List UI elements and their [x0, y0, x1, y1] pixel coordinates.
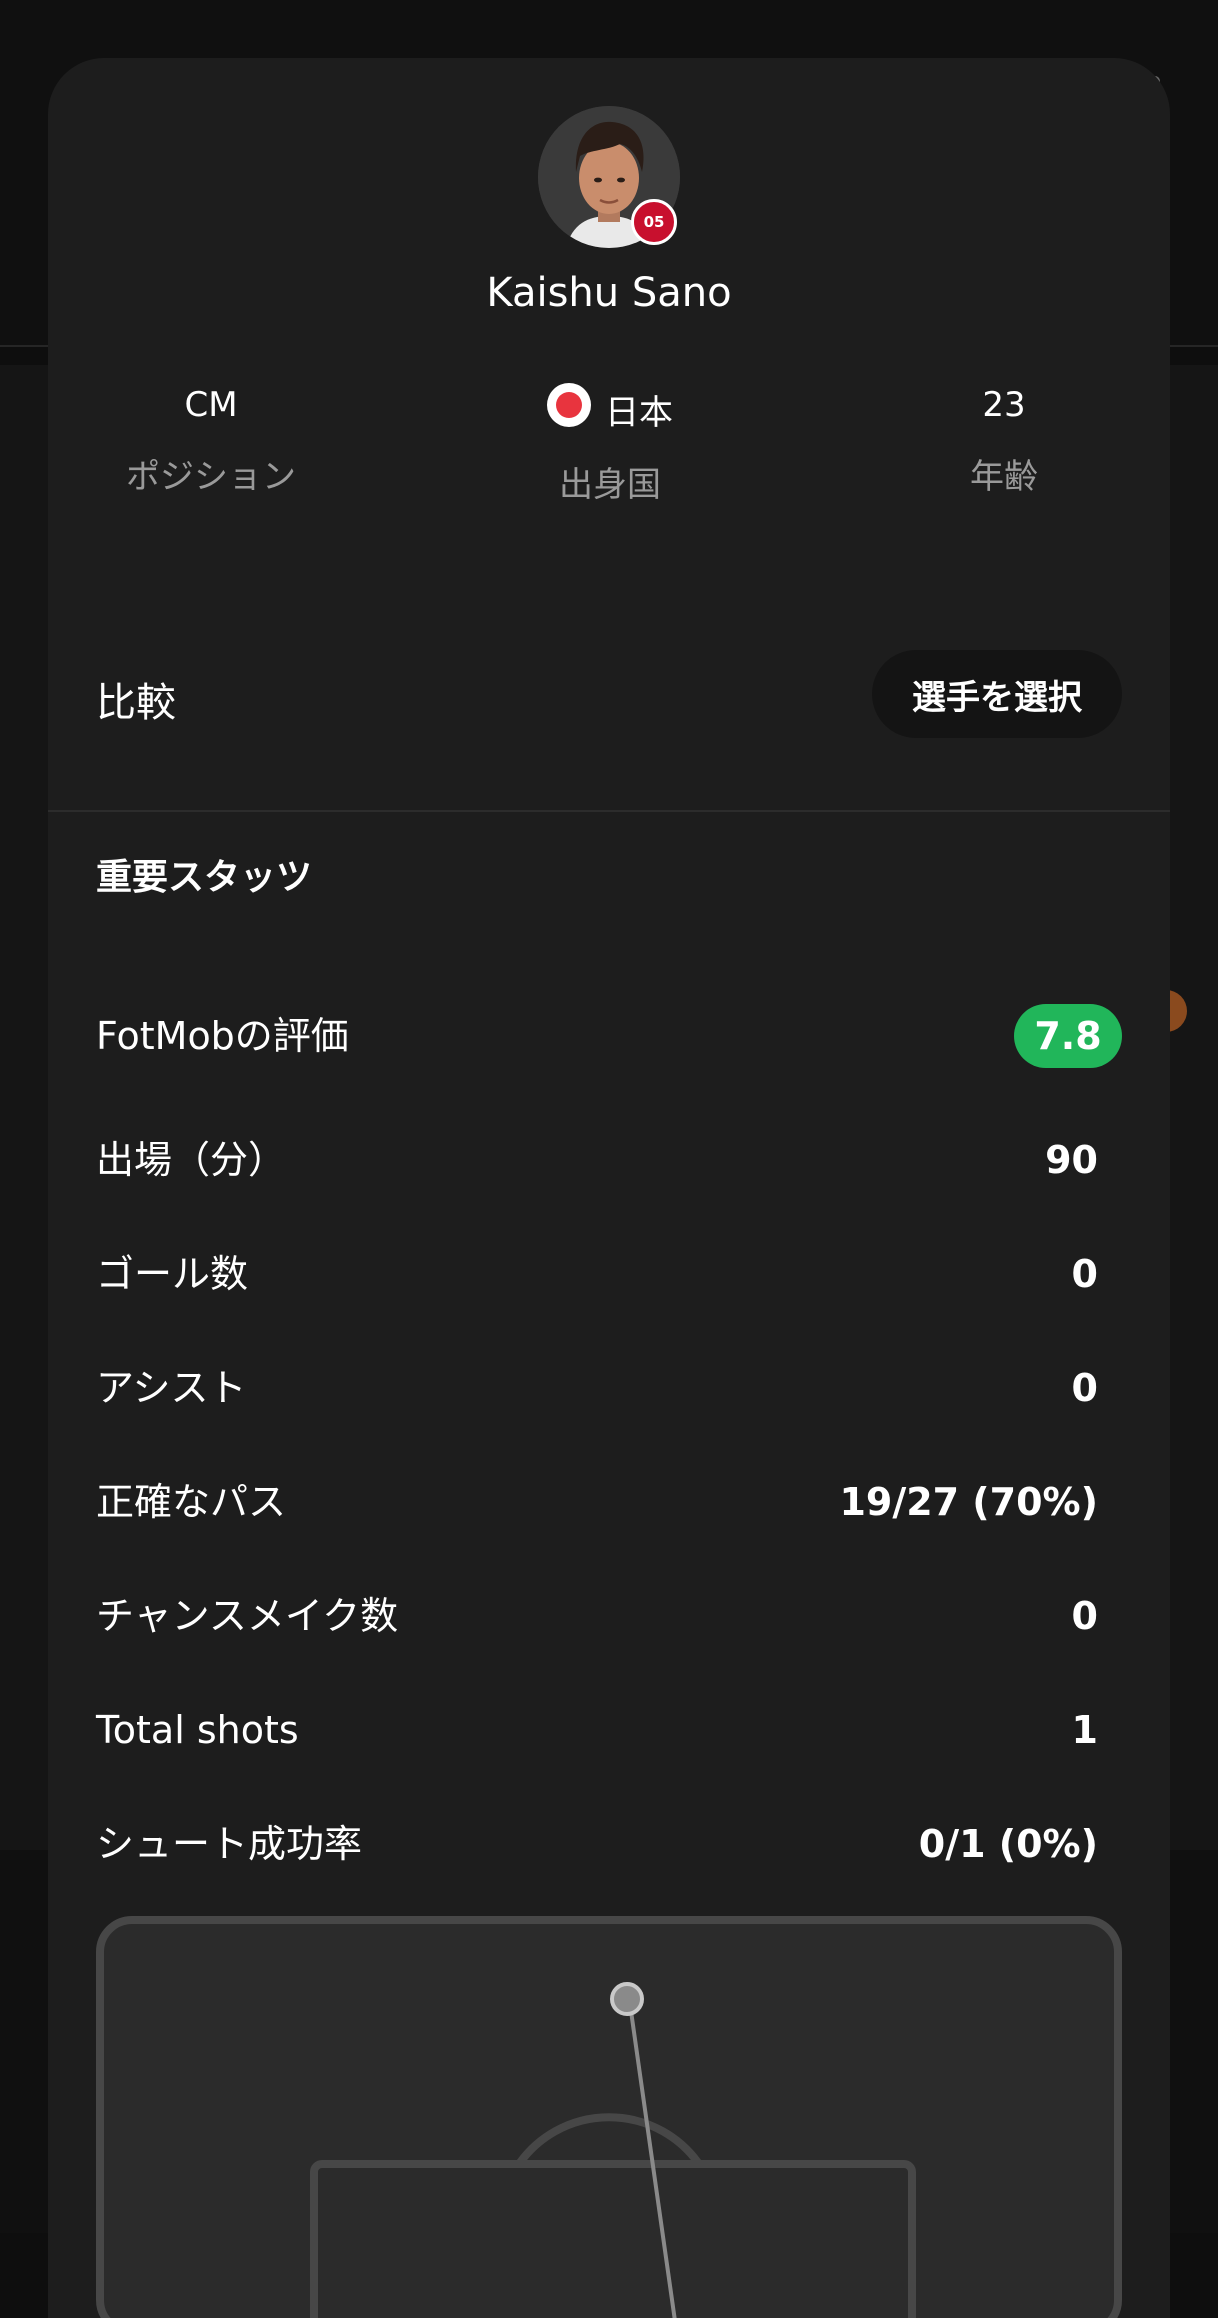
country-label: 出身国: [559, 465, 661, 505]
age-label: 年齢: [970, 457, 1038, 497]
rating-badge: 7.8: [1014, 1004, 1122, 1068]
stat-label: FotMobの評価: [96, 1014, 349, 1058]
player-stats-sheet: 05 Kaishu Sano CM ポジション 日本 出身国 23 年齢 比較 …: [48, 58, 1170, 2318]
stat-row-rating[interactable]: FotMobの評価 7.8: [96, 1004, 1122, 1068]
key-stats-title: 重要スタッツ: [96, 857, 313, 898]
stat-row-assists[interactable]: アシスト 0: [96, 1358, 1122, 1418]
stat-value: 19/27 (70%): [839, 1480, 1098, 1524]
compare-label: 比較: [96, 680, 176, 726]
player-name: Kaishu Sano: [486, 270, 732, 316]
stat-value: 1: [1071, 1708, 1098, 1752]
penalty-arc: [515, 2113, 703, 2167]
japan-flag-icon: [547, 383, 591, 427]
shot-marker[interactable]: [610, 1982, 644, 2016]
shot-map-pitch: [310, 1982, 916, 2318]
stat-row-shot-accuracy[interactable]: シュート成功率 0/1 (0%): [96, 1814, 1122, 1874]
stat-label: シュート成功率: [96, 1822, 363, 1866]
stat-value: 0/1 (0%): [918, 1822, 1098, 1866]
info-age: 23 年齢: [854, 383, 1154, 498]
penalty-box: [310, 2160, 916, 2318]
stat-value: 0: [1071, 1252, 1098, 1296]
stat-label: アシスト: [96, 1366, 247, 1410]
stat-row-total-shots[interactable]: Total shots 1: [96, 1700, 1122, 1760]
stat-value: 90: [1045, 1138, 1098, 1182]
divider: [48, 810, 1170, 812]
stat-row-goals[interactable]: ゴール数 0: [96, 1244, 1122, 1304]
info-position: CM ポジション: [61, 383, 361, 498]
stat-row-minutes[interactable]: 出場（分） 90: [96, 1130, 1122, 1190]
stat-label: 出場（分）: [96, 1138, 287, 1182]
age-value: 23: [982, 385, 1026, 425]
stat-row-chances-created[interactable]: チャンスメイク数 0: [96, 1586, 1122, 1646]
stat-label: Total shots: [96, 1708, 299, 1752]
position-value: CM: [184, 385, 238, 425]
info-country: 日本 出身国: [460, 383, 760, 506]
position-label: ポジション: [126, 457, 296, 497]
country-value: 日本: [605, 393, 673, 433]
club-crest-icon: 05: [631, 199, 677, 245]
stat-label: 正確なパス: [96, 1480, 287, 1524]
stat-label: ゴール数: [96, 1252, 249, 1296]
stat-row-accurate-passes[interactable]: 正確なパス 19/27 (70%): [96, 1472, 1122, 1532]
select-player-button[interactable]: 選手を選択: [872, 650, 1122, 738]
stat-label: チャンスメイク数: [96, 1594, 399, 1638]
stat-value: 0: [1071, 1594, 1098, 1638]
stat-value: 0: [1071, 1366, 1098, 1410]
shot-map[interactable]: [96, 1916, 1122, 2318]
